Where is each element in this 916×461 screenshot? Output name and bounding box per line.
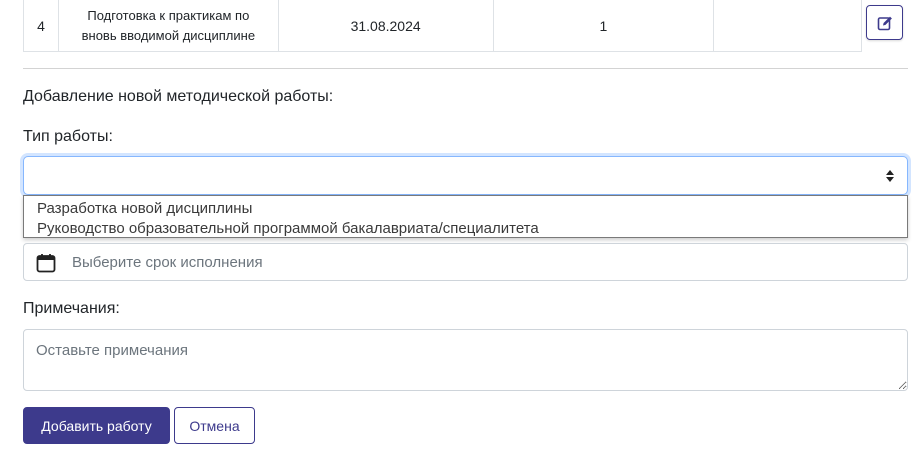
dropdown-option-new-discipline[interactable]: Разработка новой дисциплины (37, 199, 907, 219)
deadline-field[interactable]: Выберите срок исполнения (23, 243, 908, 281)
add-work-button[interactable]: Добавить работу (23, 407, 170, 444)
row-title-line1: Подготовка к практикам по (87, 7, 250, 23)
row-number: 4 (23, 0, 59, 52)
methodical-works-table: 4 Подготовка к практикам по вновь вводим… (23, 0, 862, 52)
divider (23, 68, 908, 69)
cancel-button[interactable]: Отмена (174, 407, 255, 444)
deadline-placeholder: Выберите срок исполнения (72, 254, 263, 271)
row-date: 31.08.2024 (277, 0, 494, 52)
notes-label: Примечания: (23, 300, 120, 317)
table-row: 4 Подготовка к практикам по вновь вводим… (23, 0, 862, 52)
row-extra (713, 0, 862, 52)
row-title-line2: вновь вводимой дисциплине (81, 27, 256, 43)
row-title: Подготовка к практикам по вновь вводимой… (57, 0, 279, 52)
row-count: 1 (492, 0, 715, 52)
calendar-icon (36, 254, 56, 273)
edit-icon (877, 16, 892, 30)
select-arrows-icon (886, 170, 894, 182)
dropdown-option-program-management[interactable]: Руководство образовательной программой б… (37, 219, 907, 239)
notes-textarea[interactable] (23, 329, 908, 391)
edit-button[interactable] (866, 5, 903, 40)
work-type-label: Тип работы: (23, 128, 113, 145)
form-heading: Добавление новой методической работы: (23, 88, 334, 105)
work-type-dropdown: Разработка новой дисциплины Руководство … (23, 195, 908, 238)
work-type-select[interactable] (23, 156, 908, 195)
